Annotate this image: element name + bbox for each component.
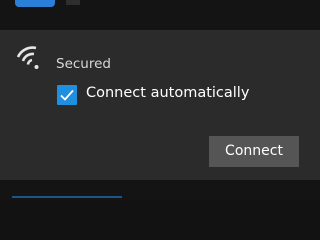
- checkmark-icon: [60, 89, 74, 101]
- network-flyout: Secured Connect automatically Connect: [0, 0, 320, 200]
- network-list-header: [0, 0, 320, 30]
- connect-automatically-label[interactable]: Connect automatically: [86, 85, 249, 101]
- wifi-signal-icon: [15, 45, 43, 73]
- quick-action-tile[interactable]: [15, 0, 55, 7]
- network-security-status: Secured: [56, 56, 111, 72]
- connect-button[interactable]: Connect: [209, 136, 299, 167]
- connect-automatically-checkbox[interactable]: [57, 85, 77, 105]
- quick-action-tile-secondary[interactable]: [66, 0, 80, 5]
- network-settings-link-cropped[interactable]: [12, 193, 122, 200]
